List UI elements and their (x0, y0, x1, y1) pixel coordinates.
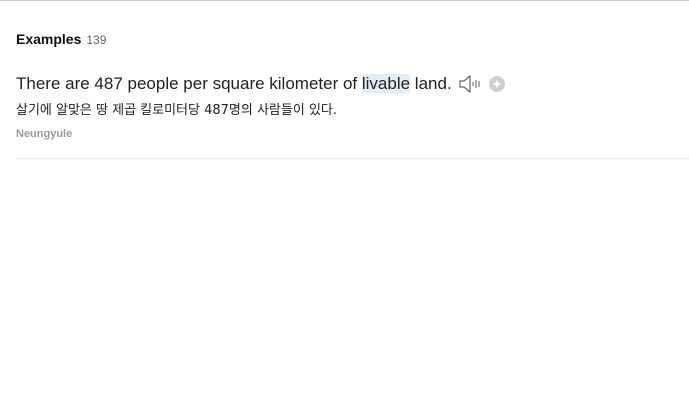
example-sentence-row: There are 487 people per square kilomete… (16, 72, 689, 96)
example-sentence: There are 487 people per square kilomete… (16, 74, 452, 94)
top-divider (0, 0, 689, 1)
sentence-text-before: There are 487 people per square kilomete… (16, 74, 362, 93)
example-translation: 살기에 알맞은 땅 제곱 킬로미터당 487명의 사람들이 있다. (16, 103, 337, 118)
speaker-icon (459, 75, 480, 93)
example-item: There are 487 people per square kilomete… (16, 72, 689, 140)
highlighted-word: livable (361, 74, 411, 93)
play-audio-button[interactable] (458, 73, 482, 95)
page: Examples 139 There are 487 people per sq… (0, 0, 689, 409)
examples-count: 139 (86, 33, 107, 47)
examples-title: Examples (16, 31, 82, 47)
example-divider (16, 158, 689, 159)
add-to-wordbook-button[interactable] (488, 76, 505, 92)
example-source: Neungyule (16, 128, 73, 140)
plus-icon (493, 80, 501, 88)
sentence-text-after: land. (410, 74, 452, 93)
examples-header: Examples 139 (16, 31, 106, 47)
